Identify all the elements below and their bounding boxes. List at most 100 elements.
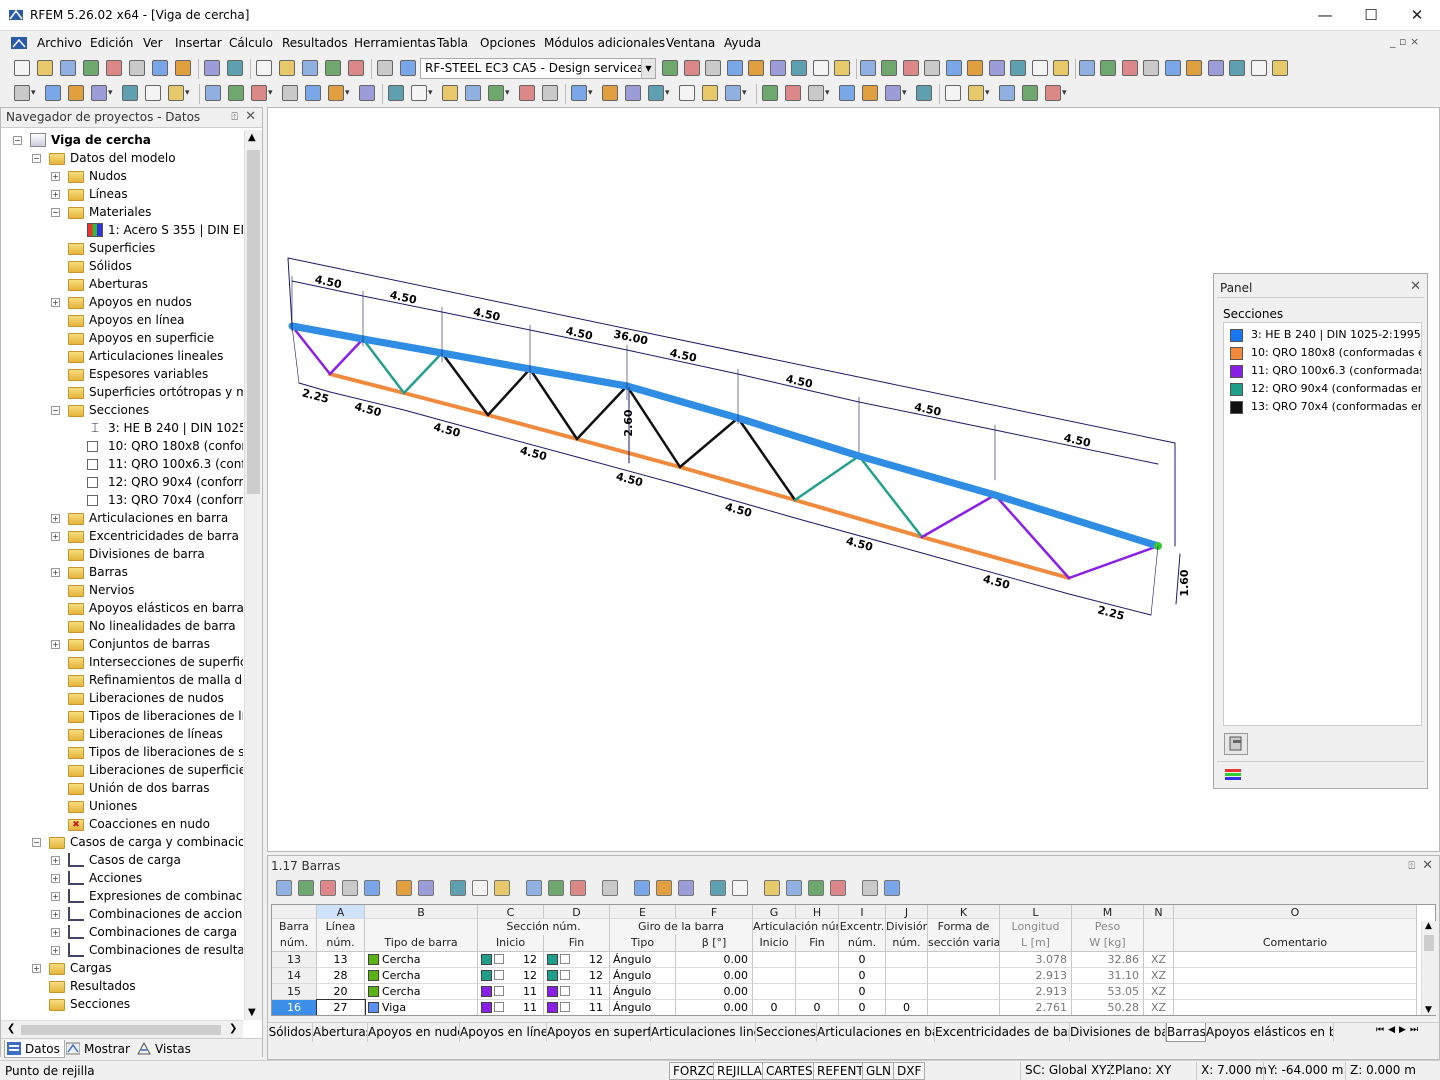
- lines-results-icon[interactable]: [834, 60, 850, 76]
- select-member-icon[interactable]: [1031, 60, 1048, 76]
- cut-icon[interactable]: [634, 880, 650, 896]
- new-line-icon[interactable]: [45, 85, 61, 101]
- axis-x-icon[interactable]: [1078, 60, 1095, 76]
- new-member-icon[interactable]: [68, 85, 84, 101]
- status-dxf-button[interactable]: DXF: [893, 1062, 926, 1080]
- expand-icon[interactable]: +: [32, 964, 41, 973]
- new-node-icon[interactable]: [14, 85, 30, 101]
- result-diagram-icon[interactable]: [968, 85, 984, 101]
- menu-modulos-adicionales[interactable]: Módulos adicionales: [544, 36, 665, 50]
- cell-member-type[interactable]: Cercha: [365, 968, 478, 984]
- diagonal-member[interactable]: [1067, 544, 1160, 580]
- view-3d-icon[interactable]: [488, 85, 504, 101]
- fx-clear-icon[interactable]: [884, 880, 900, 896]
- release-icon[interactable]: [328, 85, 344, 101]
- show-supports-icon[interactable]: [725, 85, 741, 101]
- display-members-icon[interactable]: [924, 60, 940, 76]
- filter-icon[interactable]: [342, 880, 358, 896]
- view-columns-icon[interactable]: [732, 880, 748, 896]
- cell-section-end[interactable]: 12: [544, 968, 610, 984]
- sheet-tab[interactable]: Divisiones de barras: [1070, 1023, 1166, 1042]
- cell-weight[interactable]: 32.86: [1072, 952, 1144, 968]
- top-chord-member[interactable]: [438, 349, 534, 373]
- tree-item[interactable]: − Materiales: [1, 204, 243, 222]
- close-icon[interactable]: ✕: [1422, 858, 1433, 873]
- chevron-down-icon[interactable]: ▾: [268, 88, 273, 98]
- dimension-icon[interactable]: [168, 85, 184, 101]
- open-project-icon[interactable]: [60, 60, 76, 76]
- tree-item[interactable]: Unión de dos barras: [1, 780, 243, 798]
- cell-beta[interactable]: 0.00: [676, 968, 753, 984]
- cell-hinge-start[interactable]: [753, 968, 796, 984]
- close-x-icon[interactable]: [1164, 60, 1181, 76]
- cell-line[interactable]: 13: [317, 952, 365, 968]
- section-icon[interactable]: [388, 85, 404, 101]
- select-a-icon[interactable]: [526, 880, 542, 896]
- scroll-left-icon[interactable]: ❮: [7, 1023, 15, 1034]
- pin-icon[interactable]: ⍐: [231, 110, 238, 124]
- cell-hinge-start[interactable]: [753, 984, 796, 1000]
- top-chord-member[interactable]: [288, 322, 367, 343]
- opening-icon[interactable]: [305, 85, 321, 101]
- tree-item[interactable]: + Casos de carga: [1, 852, 243, 870]
- comment-icon[interactable]: [862, 85, 878, 101]
- top-chord-member[interactable]: [526, 365, 631, 390]
- status-gln-button[interactable]: GLN: [862, 1062, 895, 1080]
- diagonal-member[interactable]: [486, 367, 532, 417]
- cell-division[interactable]: 0: [886, 1000, 928, 1015]
- cell-plane[interactable]: XZ: [1144, 952, 1174, 968]
- cell-section-start[interactable]: 11: [478, 1000, 544, 1015]
- expand-icon[interactable]: +: [51, 172, 60, 181]
- hinge-icon[interactable]: [359, 85, 375, 101]
- show-hinges-icon[interactable]: [762, 85, 778, 101]
- menu-archivo[interactable]: Archivo: [37, 36, 82, 50]
- tree-item[interactable]: Liberaciones de líneas: [1, 726, 243, 744]
- chevron-down-icon[interactable]: ▾: [665, 88, 670, 98]
- status-cartes-button[interactable]: CARTES: [762, 1062, 817, 1080]
- select-c-icon[interactable]: [570, 880, 586, 896]
- cell-beta[interactable]: 0.00: [676, 984, 753, 1000]
- fx-icon[interactable]: [862, 880, 878, 896]
- expand-icon[interactable]: +: [51, 928, 60, 937]
- tree-item[interactable]: Tipos de liberaciones de línea: [1, 708, 243, 726]
- diagonal-member[interactable]: [328, 337, 365, 376]
- cell-rotation-type[interactable]: Ángulo: [610, 984, 676, 1000]
- tree-item[interactable]: 13: QRO 70x4 (conformad: [1, 492, 243, 510]
- tree-item[interactable]: + Combinaciones de acciones: [1, 906, 243, 924]
- tree-item[interactable]: + Combinaciones de resultados: [1, 942, 243, 960]
- cell-hinge-end[interactable]: [796, 968, 839, 984]
- zoom-search-icon[interactable]: [302, 60, 318, 76]
- tree-item[interactable]: Superficies: [1, 240, 243, 258]
- show-loads-icon[interactable]: [702, 85, 718, 101]
- export-image-icon[interactable]: [1272, 60, 1288, 76]
- cell-length[interactable]: 2.913: [1000, 968, 1072, 984]
- sheet-navigation-arrows[interactable]: ⏮◀▶⏭: [1376, 1025, 1422, 1035]
- diagonal-member[interactable]: [793, 454, 861, 502]
- expand-icon[interactable]: +: [51, 298, 60, 307]
- tree-item[interactable]: Superficies ortótropas y mem: [1, 384, 243, 402]
- grid-view-icon[interactable]: [859, 60, 876, 76]
- cell-hinge-end[interactable]: 0: [796, 1000, 839, 1015]
- chevron-down-icon[interactable]: ▾: [31, 88, 36, 98]
- sort-icon[interactable]: [364, 880, 380, 896]
- bottom-chord-member[interactable]: [920, 535, 1071, 580]
- cell-comment[interactable]: [1174, 952, 1417, 968]
- cell-beta[interactable]: 0.00: [676, 952, 753, 968]
- chevron-down-icon[interactable]: ▾: [825, 88, 830, 98]
- previous-table-icon[interactable]: [396, 880, 412, 896]
- cell-eccentricity[interactable]: 0: [839, 1000, 886, 1015]
- cell-rotation-type[interactable]: Ángulo: [610, 1000, 676, 1015]
- tree-item[interactable]: Apoyos en superficie: [1, 330, 243, 348]
- sheet-tab[interactable]: Apoyos elásticos en barra: [1206, 1023, 1334, 1042]
- paste-icon[interactable]: [678, 880, 694, 896]
- cell-comment[interactable]: [1174, 984, 1417, 1000]
- cell-comment[interactable]: [1174, 1000, 1417, 1015]
- tree-item[interactable]: Tipos de liberaciones de supe: [1, 744, 243, 762]
- panel-settings-button[interactable]: [1224, 733, 1248, 755]
- pin-icon[interactable]: ⍐: [1408, 859, 1415, 873]
- tree-item[interactable]: − Casos de carga y combinaciones: [1, 834, 243, 852]
- chevron-down-icon[interactable]: ▾: [742, 88, 747, 98]
- cell-line[interactable]: 20: [317, 984, 365, 1000]
- tree-item[interactable]: ⌶ 3: HE B 240 | DIN 1025-2:19: [1, 420, 243, 438]
- member-set-icon[interactable]: [91, 85, 107, 101]
